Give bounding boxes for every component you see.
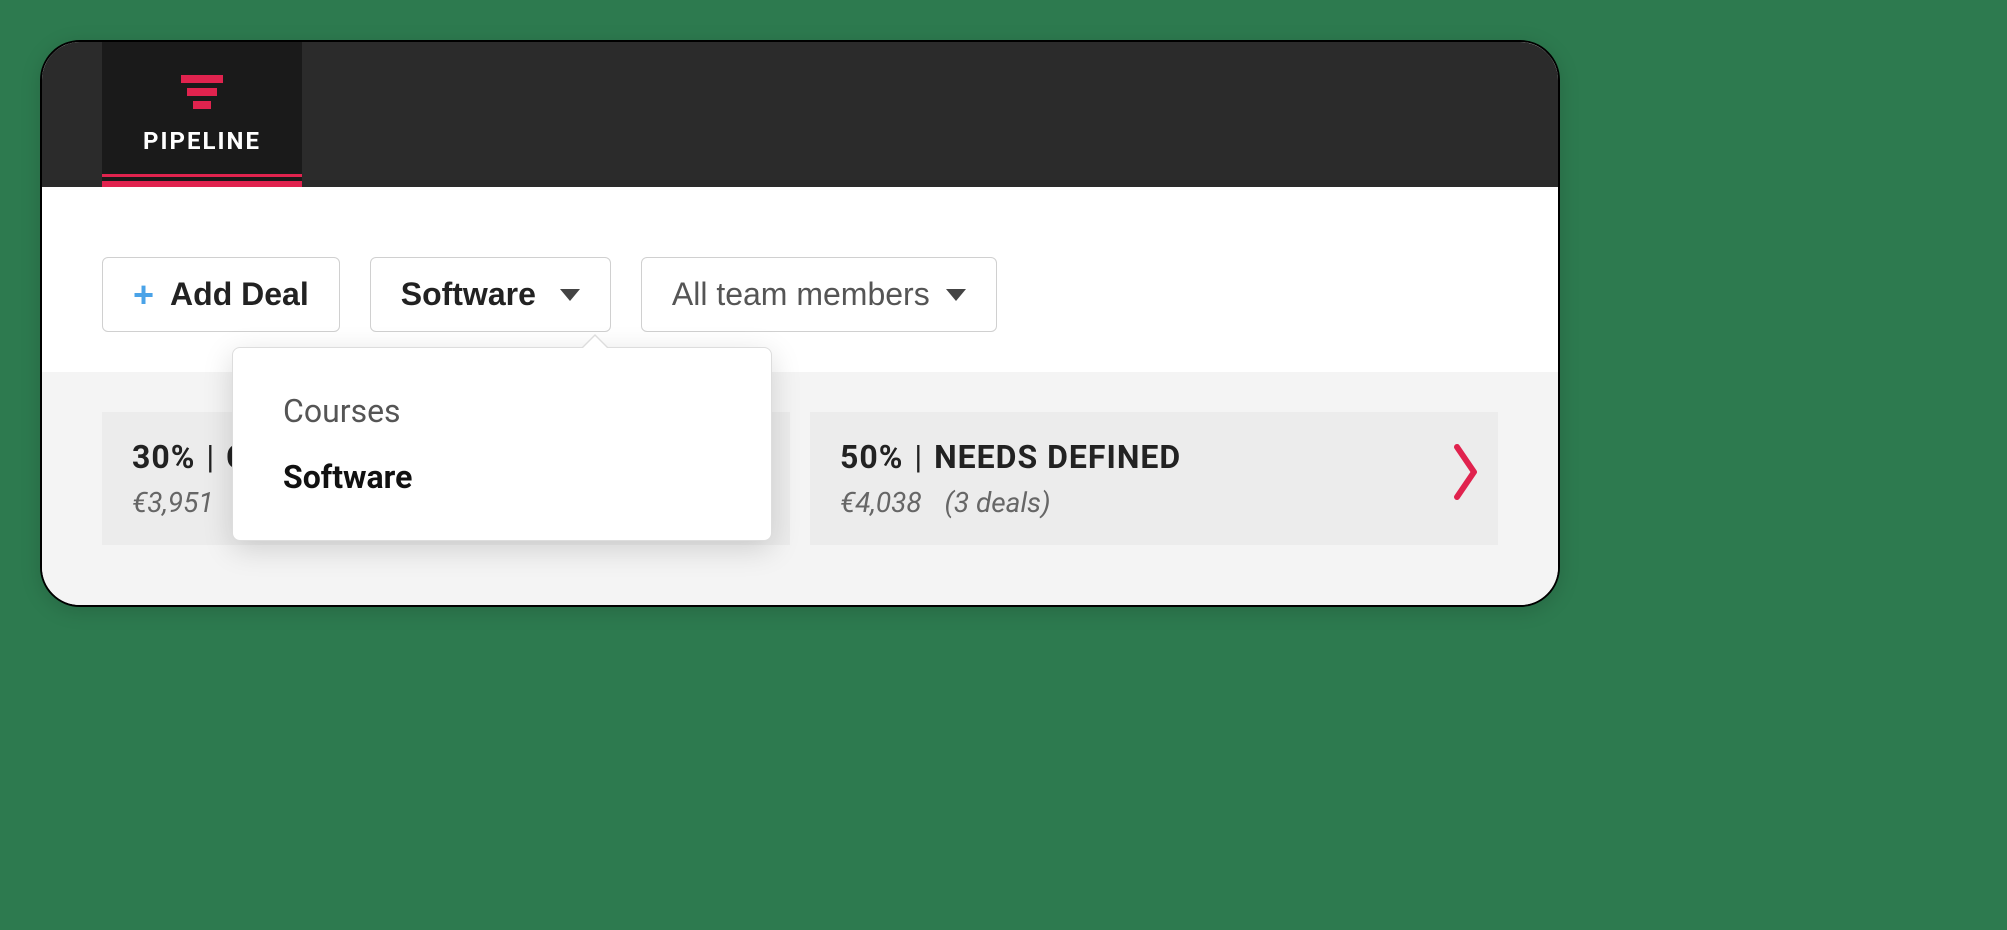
stage-deals: (3 deals) xyxy=(945,486,1051,519)
stage-separator: | xyxy=(914,438,923,476)
stage-amount: €4,038 xyxy=(840,486,922,519)
stage-card[interactable]: 50% | NEEDS DEFINED €4,038 (3 deals) xyxy=(810,412,1498,545)
top-bar: PIPELINE xyxy=(42,42,1558,187)
menu-item-courses[interactable]: Courses xyxy=(233,378,771,444)
add-deal-button[interactable]: + Add Deal xyxy=(102,257,340,332)
funnel-icon xyxy=(181,75,223,109)
stage-name: NEEDS DEFINED xyxy=(934,438,1181,476)
stage-percent: 50% xyxy=(840,438,903,476)
stage-percent: 30% xyxy=(132,438,195,476)
pipeline-filter-label: Software xyxy=(401,276,536,313)
plus-icon: + xyxy=(133,277,154,313)
team-filter-dropdown[interactable]: All team members xyxy=(641,257,997,332)
team-filter-label: All team members xyxy=(672,276,930,313)
stage-header: 50% | NEEDS DEFINED xyxy=(840,438,1468,476)
app-window: PIPELINE + Add Deal Software All team me… xyxy=(40,40,1560,607)
stage-sub: €4,038 (3 deals) xyxy=(840,486,1468,519)
chevron-down-icon xyxy=(946,289,966,301)
menu-item-software[interactable]: Software xyxy=(233,444,771,510)
stage-amount: €3,951 xyxy=(132,486,214,519)
pipeline-filter-menu: Courses Software xyxy=(232,347,772,541)
tab-pipeline[interactable]: PIPELINE xyxy=(102,42,302,187)
toolbar: + Add Deal Software All team members Cou… xyxy=(42,187,1558,372)
pipeline-filter-dropdown[interactable]: Software xyxy=(370,257,611,332)
add-deal-label: Add Deal xyxy=(170,276,309,313)
chevron-down-icon xyxy=(560,289,580,301)
chevron-right-icon xyxy=(1454,442,1480,516)
stage-separator: | xyxy=(206,438,215,476)
tab-label: PIPELINE xyxy=(143,127,261,155)
